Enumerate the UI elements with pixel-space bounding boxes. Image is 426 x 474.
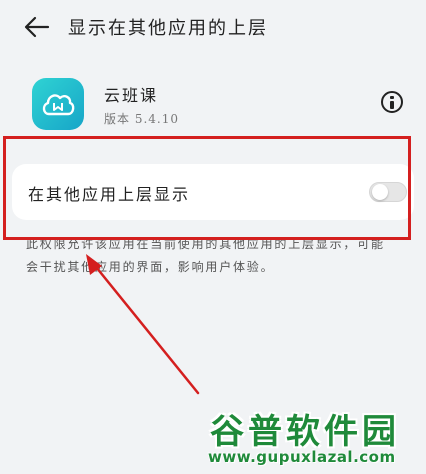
watermark: 谷普软件园 www.gupuxlazal.com <box>206 400 420 470</box>
watermark-url: www.gupuxlazal.com <box>208 448 396 466</box>
watermark-title: 谷普软件园 <box>210 412 400 452</box>
